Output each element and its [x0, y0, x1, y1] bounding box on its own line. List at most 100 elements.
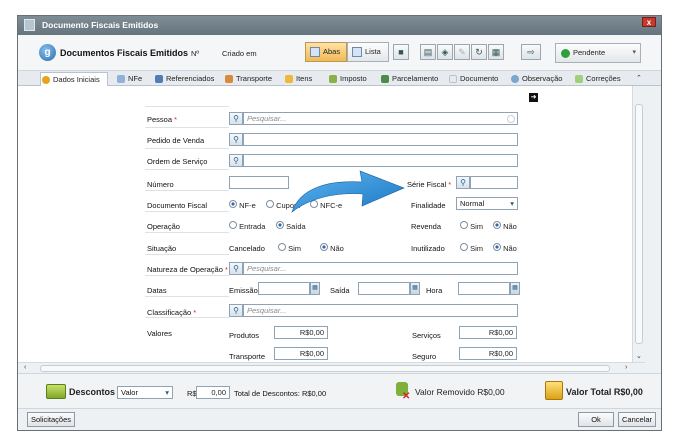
- cancel-button[interactable]: Cancelar: [618, 412, 656, 427]
- reference-icon: [155, 75, 163, 83]
- tab-itens[interactable]: Itens: [284, 72, 320, 86]
- classificacao-search-input[interactable]: Pesquisar...: [243, 304, 518, 317]
- tab-nfe[interactable]: NFe: [116, 72, 144, 86]
- tax-icon: [329, 75, 337, 83]
- scroll-left-icon[interactable]: ‹: [24, 364, 26, 371]
- edit-icon[interactable]: ✎: [454, 44, 470, 60]
- servicos-input[interactable]: R$0,00: [459, 326, 517, 339]
- calendar-icon[interactable]: ▦: [410, 282, 420, 295]
- radio-nfe[interactable]: NF-e: [229, 200, 256, 210]
- ordem-input[interactable]: [243, 154, 518, 167]
- tab-transporte[interactable]: Transporte: [224, 72, 276, 86]
- chevron-down-icon: ▾: [510, 199, 514, 208]
- search-icon[interactable]: ⚲: [229, 112, 243, 125]
- horizontal-scrollbar[interactable]: ‹ ›: [18, 362, 645, 373]
- transporte-input[interactable]: R$0,00: [274, 347, 328, 360]
- seguro-input[interactable]: R$0,00: [459, 347, 517, 360]
- toolbar: g Documentos Fiscais Emitidos Nº Criado …: [18, 35, 661, 71]
- desconto-valor-input[interactable]: 0,00: [196, 386, 230, 399]
- preview-icon[interactable]: ▤: [420, 44, 436, 60]
- view-lista-button[interactable]: Lista: [347, 42, 389, 62]
- criado-em-label: Criado em: [222, 49, 257, 58]
- scroll-down-icon[interactable]: ⌄: [636, 352, 642, 360]
- serie-fiscal-input[interactable]: [470, 176, 518, 189]
- natureza-search-input[interactable]: Pesquisar...: [243, 262, 518, 275]
- radio-inutilizado-sim[interactable]: Sim: [460, 243, 483, 253]
- radio-inutilizado-nao[interactable]: Não: [493, 243, 517, 253]
- document-window: Documento Fiscais Emitidos x g Documento…: [17, 15, 662, 431]
- tab-imposto[interactable]: Imposto: [328, 72, 370, 86]
- solicitacoes-button[interactable]: Solicitações: [27, 412, 75, 427]
- print-icon[interactable]: ▦: [488, 44, 504, 60]
- radio-saida[interactable]: Saída: [276, 221, 306, 231]
- tab-observacao[interactable]: Observação: [510, 72, 566, 86]
- clock-icon[interactable]: ▦: [510, 282, 520, 295]
- document-icon: [24, 19, 35, 31]
- search-icon[interactable]: ⚲: [229, 304, 243, 317]
- close-button[interactable]: x: [642, 17, 656, 27]
- status-dot-icon: [561, 49, 570, 58]
- expand-icon[interactable]: ➜: [529, 93, 538, 102]
- radio-revenda-nao[interactable]: Não: [493, 221, 517, 231]
- truck-icon: [225, 75, 233, 83]
- radio-cancelado-nao[interactable]: Não: [320, 243, 344, 253]
- search-icon[interactable]: ⚲: [229, 133, 243, 146]
- money-bag-icon: [545, 381, 563, 400]
- title-bar: Documento Fiscais Emitidos x: [18, 16, 661, 35]
- seguro-label: Seguro: [412, 352, 437, 361]
- valor-total-text: Valor Total R$0,00: [566, 387, 643, 397]
- tab-parcelamento[interactable]: Parcelamento: [380, 72, 440, 86]
- save-icon[interactable]: ■: [393, 44, 409, 60]
- tab-documento[interactable]: Documento: [448, 72, 502, 86]
- tab-referenciados[interactable]: Referenciados: [154, 72, 214, 86]
- saida-input[interactable]: [358, 282, 410, 295]
- calculator-icon: [381, 75, 389, 83]
- view-abas-button[interactable]: Abas: [305, 42, 347, 62]
- scroll-right-icon[interactable]: ›: [625, 364, 627, 371]
- emissao-input[interactable]: [258, 282, 310, 295]
- tab-scroll-up-icon[interactable]: ⌃: [636, 74, 642, 82]
- refresh-icon[interactable]: ↻: [471, 44, 487, 60]
- vertical-scrollbar[interactable]: ⌄: [632, 86, 645, 362]
- scroll-thumb[interactable]: [635, 104, 643, 344]
- total-descontos-text: Total de Descontos: R$0,00: [234, 389, 327, 398]
- numero-label: Número: [147, 180, 174, 189]
- calendar-icon[interactable]: ▦: [310, 282, 320, 295]
- numero-input[interactable]: [229, 176, 289, 189]
- radio-revenda-sim[interactable]: Sim: [460, 221, 483, 231]
- search-icon[interactable]: ⚲: [229, 262, 243, 275]
- hora-label: Hora: [426, 286, 443, 295]
- servicos-label: Serviços: [412, 331, 441, 340]
- serie-fiscal-label: Série Fiscal *: [407, 180, 452, 189]
- emissao-label: Emissão: [229, 286, 258, 295]
- totals-bar: Descontos Valor ▾ R$ 0,00 Total de Descon…: [18, 373, 661, 408]
- valores-label: Valores: [147, 329, 172, 338]
- produtos-input[interactable]: R$0,00: [274, 326, 328, 339]
- pedido-input[interactable]: [243, 133, 518, 146]
- produtos-label: Produtos: [229, 331, 260, 340]
- status-dropdown[interactable]: Pendente ▾: [555, 43, 641, 63]
- clear-icon[interactable]: [507, 115, 515, 123]
- radio-cancelado-sim[interactable]: Sim: [278, 243, 301, 253]
- desconto-tipo-select[interactable]: Valor ▾: [117, 386, 173, 399]
- app-logo-icon: g: [39, 44, 56, 61]
- export-icon[interactable]: ⇨: [521, 44, 541, 60]
- tab-dados-iniciais[interactable]: Dados Iniciais: [40, 72, 108, 86]
- transporte-label: Transporte: [229, 352, 265, 361]
- pessoa-label: Pessoa *: [147, 115, 178, 124]
- radio-entrada[interactable]: Entrada: [229, 221, 265, 231]
- tab-correcoes[interactable]: Correções: [574, 72, 626, 86]
- note-icon: [511, 75, 519, 83]
- copy-icon[interactable]: ◈: [437, 44, 453, 60]
- ok-button[interactable]: Ok: [578, 412, 614, 427]
- pessoa-search-input[interactable]: Pesquisar...: [243, 112, 518, 125]
- inutilizado-label: Inutilizado: [411, 244, 445, 253]
- search-icon[interactable]: ⚲: [456, 176, 470, 189]
- finalidade-select[interactable]: Normal ▾: [456, 197, 518, 210]
- action-bar: Solicitações Ok Cancelar: [18, 408, 661, 430]
- scroll-thumb[interactable]: [40, 365, 610, 372]
- tabs-icon: [310, 47, 320, 57]
- hora-input[interactable]: [458, 282, 510, 295]
- numero-label: Nº: [191, 49, 200, 58]
- search-icon[interactable]: ⚲: [229, 154, 243, 167]
